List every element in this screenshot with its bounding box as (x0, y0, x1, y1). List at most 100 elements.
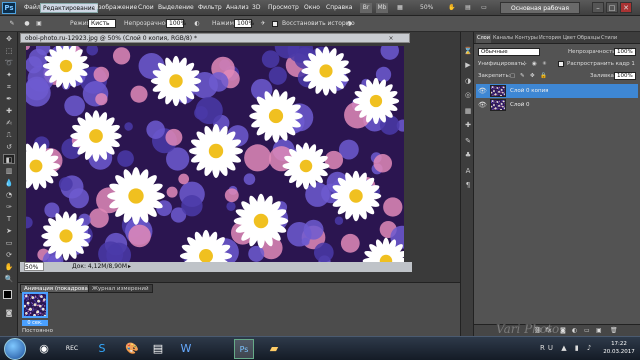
start-button-icon[interactable] (4, 338, 26, 360)
brush-panel-icon[interactable]: ▣ (34, 19, 44, 29)
menu-layers[interactable]: Слои (136, 3, 156, 13)
lock-transparency-icon[interactable]: ▢ (510, 70, 515, 82)
brush-preset-icon[interactable]: ● (22, 19, 32, 29)
3d-rotate-tool-icon[interactable]: ⟳ (3, 250, 15, 260)
eyedropper-tool-icon[interactable]: ✒ (3, 94, 15, 104)
swatches-icon[interactable]: ▦ (463, 106, 473, 116)
view-extras-icon[interactable]: ▦ (394, 3, 406, 13)
zoom-tool-icon[interactable]: 🔍 (3, 274, 15, 284)
eraser-tool-icon[interactable]: ◧ (3, 154, 15, 164)
menu-image[interactable]: Изображение (92, 3, 139, 13)
shape-tool-icon[interactable]: ▭ (3, 238, 15, 248)
history-icon[interactable]: ⌛ (463, 46, 473, 56)
styles-icon[interactable]: ✚ (463, 120, 473, 130)
maximize-button[interactable]: □ (606, 2, 618, 13)
image-canvas[interactable] (26, 46, 404, 262)
tablet-size-icon[interactable]: ◑ (344, 19, 354, 29)
recorder-icon[interactable]: REC (62, 339, 82, 359)
tab-layers[interactable]: Слои (476, 34, 491, 43)
foreground-color-swatch[interactable] (3, 290, 12, 299)
chrome-icon[interactable]: ◉ (34, 339, 54, 359)
blend-mode-select[interactable]: Обычные (478, 48, 540, 56)
system-tray[interactable]: RU ▲ ▮ ♪ (540, 344, 596, 352)
brushes-icon[interactable]: ✎ (463, 136, 473, 146)
clone-source-icon[interactable]: ♣ (463, 150, 473, 160)
skype-icon[interactable]: S (92, 339, 112, 359)
tab-color[interactable]: Цвет (562, 34, 577, 43)
unify-visibility-icon[interactable]: ◉ (532, 58, 537, 70)
hand-icon[interactable]: ✋ (446, 3, 458, 13)
screen-mode-icon[interactable]: ▭ (478, 3, 490, 13)
bridge-icon[interactable]: Br (360, 3, 372, 13)
menu-filter[interactable]: Фильтр (196, 3, 224, 13)
layer-row-copy[interactable]: 👁 Слой 0 копия (476, 84, 638, 98)
path-select-tool-icon[interactable]: ➤ (3, 226, 15, 236)
unify-style-icon[interactable]: ✳ (542, 58, 547, 70)
quick-select-tool-icon[interactable]: ✦ (3, 70, 15, 80)
dodge-tool-icon[interactable]: ◔ (3, 190, 15, 200)
healing-tool-icon[interactable]: ✚ (3, 106, 15, 116)
loop-select[interactable]: Постоянно (22, 328, 53, 334)
paragraph-icon[interactable]: ¶ (463, 180, 473, 190)
tab-channels[interactable]: Каналы (492, 34, 514, 43)
stamp-tool-icon[interactable]: ⎍ (3, 130, 15, 140)
photoshop-taskbar-icon[interactable]: Ps (234, 339, 254, 359)
arrange-icon[interactable]: ▤ (462, 3, 474, 13)
adjustments-icon[interactable]: ◑ (463, 76, 473, 86)
frame-delay[interactable]: 0 сек. (22, 320, 48, 326)
layer-name[interactable]: Слой 0 (510, 98, 530, 112)
new-group-icon[interactable]: ▭ (584, 327, 590, 334)
opacity-field[interactable]: 100% (166, 19, 186, 28)
airbrush-icon[interactable]: ✈ (258, 19, 268, 29)
minimize-button[interactable]: – (592, 2, 604, 13)
folder-icon[interactable]: ▰ (264, 339, 284, 359)
mode-select[interactable]: Кисть (88, 19, 116, 28)
hand-tool-icon[interactable]: ✋ (3, 262, 15, 272)
masks-icon[interactable]: ◎ (463, 90, 473, 100)
close-icon[interactable]: × (387, 35, 395, 43)
history-brush-tool-icon[interactable]: ↺ (3, 142, 15, 152)
crop-tool-icon[interactable]: ⌗ (3, 82, 15, 92)
adjustment-layer-icon[interactable]: ◐ (572, 327, 577, 334)
minibridge-icon[interactable]: Mb (376, 3, 388, 13)
tab-swatches[interactable]: Образцы (576, 34, 601, 43)
tablet-opacity-icon[interactable]: ◐ (192, 19, 202, 29)
zoom-level[interactable]: 50% (420, 3, 433, 13)
unify-position-icon[interactable]: ⊹ (522, 58, 527, 70)
marquee-tool-icon[interactable]: ⬚ (3, 46, 15, 56)
gradient-tool-icon[interactable]: ▥ (3, 166, 15, 176)
close-button[interactable]: ✕ (620, 2, 632, 13)
clock[interactable]: 17:22 20.03.2017 (600, 340, 638, 356)
menu-analysis[interactable]: Анализ (224, 3, 251, 13)
status-arrow-icon[interactable]: ▸ (128, 262, 131, 272)
tab-measurement-log[interactable]: Журнал измерений (88, 284, 153, 293)
paint-icon[interactable]: 🎨 (122, 339, 142, 359)
pen-tool-icon[interactable]: ✑ (3, 202, 15, 212)
menu-help[interactable]: Справка (324, 3, 354, 13)
document-tab[interactable]: oboi-photo.ru-12923.jpg @ 50% (Слой 0 ко… (20, 33, 410, 43)
workspace-switcher[interactable]: Основная рабочая среда (500, 2, 580, 23)
layer-row-base[interactable]: 👁 Слой 0 (476, 98, 638, 112)
fill-field[interactable]: 100% (614, 72, 636, 80)
lock-all-icon[interactable]: 🔒 (540, 70, 547, 82)
layer-name[interactable]: Слой 0 копия (510, 84, 548, 98)
tab-styles[interactable]: Стили (600, 34, 618, 43)
tab-paths[interactable]: Контуры (514, 34, 539, 43)
menu-view[interactable]: Просмотр (266, 3, 301, 13)
add-mask-icon[interactable]: ◙ (560, 327, 566, 334)
menu-3d[interactable]: 3D (250, 3, 262, 13)
word-icon[interactable]: W (176, 339, 196, 359)
pressure-field[interactable]: 100% (234, 19, 254, 28)
eraser-tool-icon[interactable]: ✎ (6, 19, 18, 29)
move-tool-icon[interactable]: ✥ (3, 34, 15, 44)
menu-window[interactable]: Окно (302, 3, 322, 13)
explorer-icon[interactable]: ▤ (148, 339, 168, 359)
lasso-tool-icon[interactable]: ➰ (3, 58, 15, 68)
brush-tool-icon[interactable]: ✍ (3, 118, 15, 128)
blur-tool-icon[interactable]: 💧 (3, 178, 15, 188)
quick-mask-icon[interactable]: ◙ (3, 308, 15, 318)
menu-edit[interactable]: Редактирование (40, 3, 99, 13)
propagate-checkbox[interactable] (558, 61, 564, 67)
status-zoom[interactable]: 50% (24, 262, 44, 271)
lock-position-icon[interactable]: ✥ (530, 70, 535, 82)
